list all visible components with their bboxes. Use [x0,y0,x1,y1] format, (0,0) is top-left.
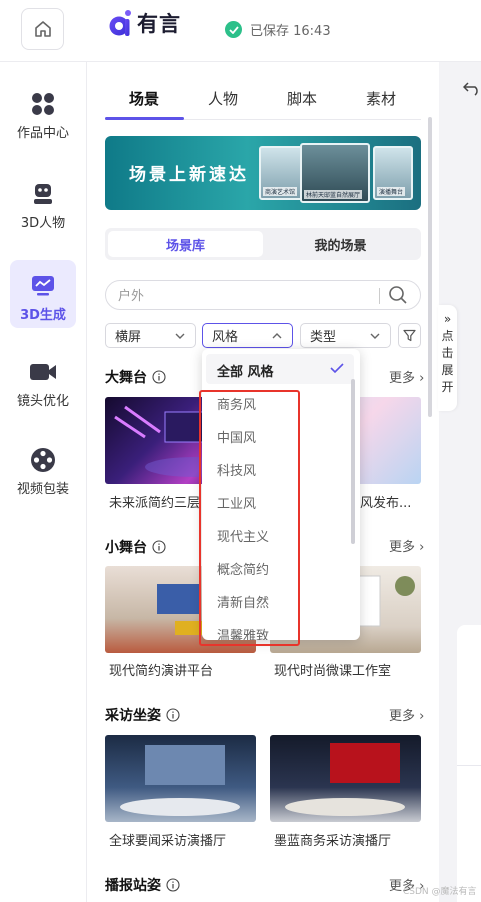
sidebar-item-3d-person[interactable]: 3D人物 [10,168,76,236]
chevron-down-icon [370,333,380,339]
save-status: 已保存 16:43 [225,20,331,39]
scene-library-tab[interactable]: 场景库 [108,231,263,257]
tab-material[interactable]: 素材 [366,88,396,109]
sidebar-item-label: 镜头优化 [16,394,69,409]
video-camera-icon [29,358,57,386]
section-title-broadcast: 播报站姿 [105,875,180,895]
film-reel-icon [30,446,56,474]
watermark: CSDN @魔法有言 [403,887,477,897]
dropdown-scrollbar[interactable] [351,379,355,544]
home-button[interactable] [21,8,64,50]
sidebar-item-label: 视频包装 [16,482,69,497]
save-status-text: 已保存 16:43 [250,24,331,39]
logo-mark-icon [108,8,134,38]
search-input[interactable] [118,286,368,306]
top-bar: 有言 已保存 16:43 [0,0,481,62]
tab-active-indicator [105,117,184,120]
interview-scene-image [285,743,405,816]
app-logo[interactable]: 有言 [108,8,181,38]
expand-panel-toggle[interactable]: » 点 击 展 开 [438,305,457,411]
check-circle-icon [225,21,242,38]
banner-card: 演播舞台 [373,146,413,200]
info-icon[interactable] [152,370,166,384]
more-link[interactable]: 更多 › [389,536,424,555]
section-title-interview: 采访坐姿 [105,705,180,725]
search-icon[interactable] [388,285,408,305]
info-icon[interactable] [166,708,180,722]
sidebar-item-label: 3D人物 [20,216,66,231]
banner-text: 场景上新速达 [129,165,249,185]
info-icon[interactable] [166,878,180,892]
sidebar-item-works[interactable]: 作品中心 [10,78,76,146]
funnel-icon [403,329,416,342]
type-select-value: 类型 [310,330,337,345]
more-link[interactable]: 更多 › [389,367,424,386]
scene-caption: 全球要闻采访演播厅 [109,834,227,849]
orientation-select[interactable]: 横屏 [105,323,196,348]
robot-icon [32,180,54,208]
scene-caption: 墨蓝商务采访演播厅 [274,834,392,849]
interview-scene-image [120,745,240,816]
style-select[interactable]: 风格 [202,323,293,348]
undo-icon[interactable] [463,80,481,96]
more-link[interactable]: 更多 › [389,705,424,724]
tab-person[interactable]: 人物 [208,88,238,109]
divider [457,765,481,766]
grid-icon [31,90,55,118]
sidebar: 作品中心 3D人物 3D生成 镜头优化 视频包装 [0,62,87,902]
promo-banner[interactable]: 场景上新速达 商演艺术馆 林前天邸蓝自然展厅 演播舞台 [105,136,421,210]
tab-scene[interactable]: 场景 [129,88,159,109]
scene-caption: 风发布... [360,496,412,511]
my-scenes-tab[interactable]: 我的场景 [263,231,418,257]
dropdown-option-all[interactable]: 全部 风格 [217,361,274,380]
orientation-select-value: 横屏 [115,330,142,345]
style-select-value: 风格 [212,330,239,345]
highlight-annotation-box [199,390,300,646]
scene-thumbnail[interactable] [270,735,421,822]
section-title-large-stage: 大舞台 [105,367,166,387]
sidebar-item-label: 作品中心 [16,126,69,141]
sidebar-item-shot-optimize[interactable]: 镜头优化 [10,346,76,414]
section-title-small-stage: 小舞台 [105,537,166,557]
filter-button[interactable] [398,323,421,348]
chevron-up-icon [272,333,282,339]
chevron-down-icon [175,333,185,339]
check-icon [330,363,344,374]
banner-card: 商演艺术馆 [259,146,304,200]
info-icon[interactable] [152,540,166,554]
home-icon [34,21,51,37]
search-box [105,280,421,310]
scene-caption: 现代时尚微课工作室 [274,664,392,679]
tab-bar: 场景 人物 脚本 素材 [105,88,421,120]
sidebar-item-label: 3D生成 [20,308,66,323]
panel-scrollbar[interactable] [428,117,432,417]
sidebar-item-video-pack[interactable]: 视频包装 [10,434,76,502]
app-name: 有言 [137,12,181,36]
sidebar-item-3d-generate[interactable]: 3D生成 [10,260,76,328]
library-toggle: 场景库 我的场景 [105,228,421,260]
type-select[interactable]: 类型 [300,323,391,348]
scene-caption: 现代简约演讲平台 [109,664,214,679]
chart-monitor-icon [31,272,55,300]
divider [379,288,380,304]
tab-script[interactable]: 脚本 [287,88,317,109]
preview-card [457,625,481,902]
scene-thumbnail[interactable] [105,735,256,822]
banner-card: 林前天邸蓝自然展厅 [300,143,370,203]
